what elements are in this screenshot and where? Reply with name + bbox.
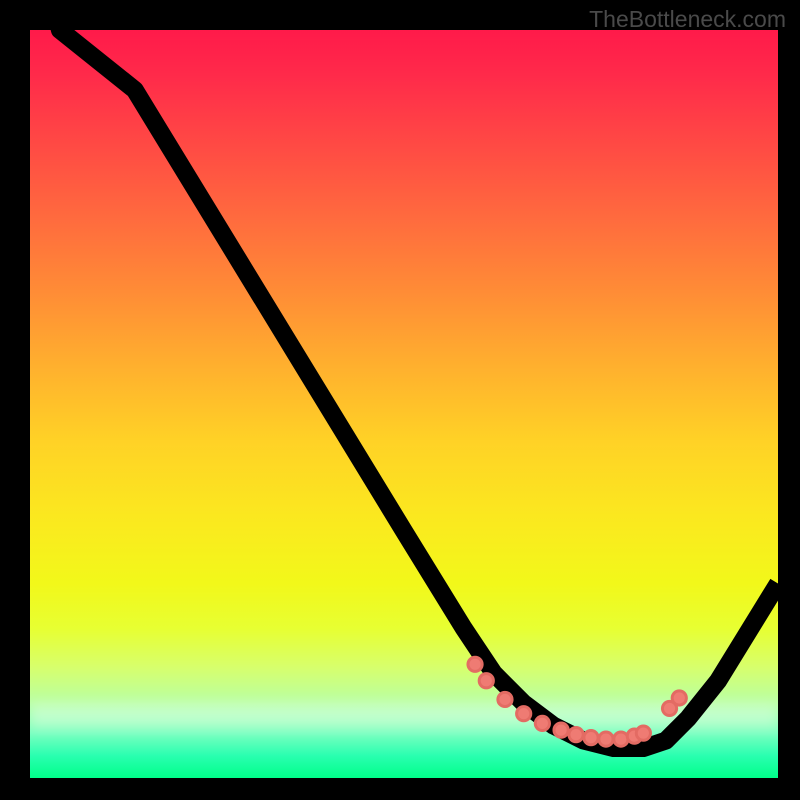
marker-dot <box>599 732 613 746</box>
marker-dot <box>479 674 493 688</box>
marker-dot <box>569 728 583 742</box>
marker-dot <box>517 707 531 721</box>
marker-dot <box>636 726 650 740</box>
marker-dot <box>535 716 549 730</box>
watermark-text: TheBottleneck.com <box>589 6 786 33</box>
marker-dot <box>468 657 482 671</box>
curve-line <box>30 30 778 748</box>
plot-area <box>30 30 778 778</box>
chart-svg <box>30 30 778 778</box>
marker-dot <box>554 723 568 737</box>
marker-dot <box>498 692 512 706</box>
marker-dot <box>672 691 686 705</box>
marker-dot <box>614 732 628 746</box>
marker-dot <box>584 731 598 745</box>
